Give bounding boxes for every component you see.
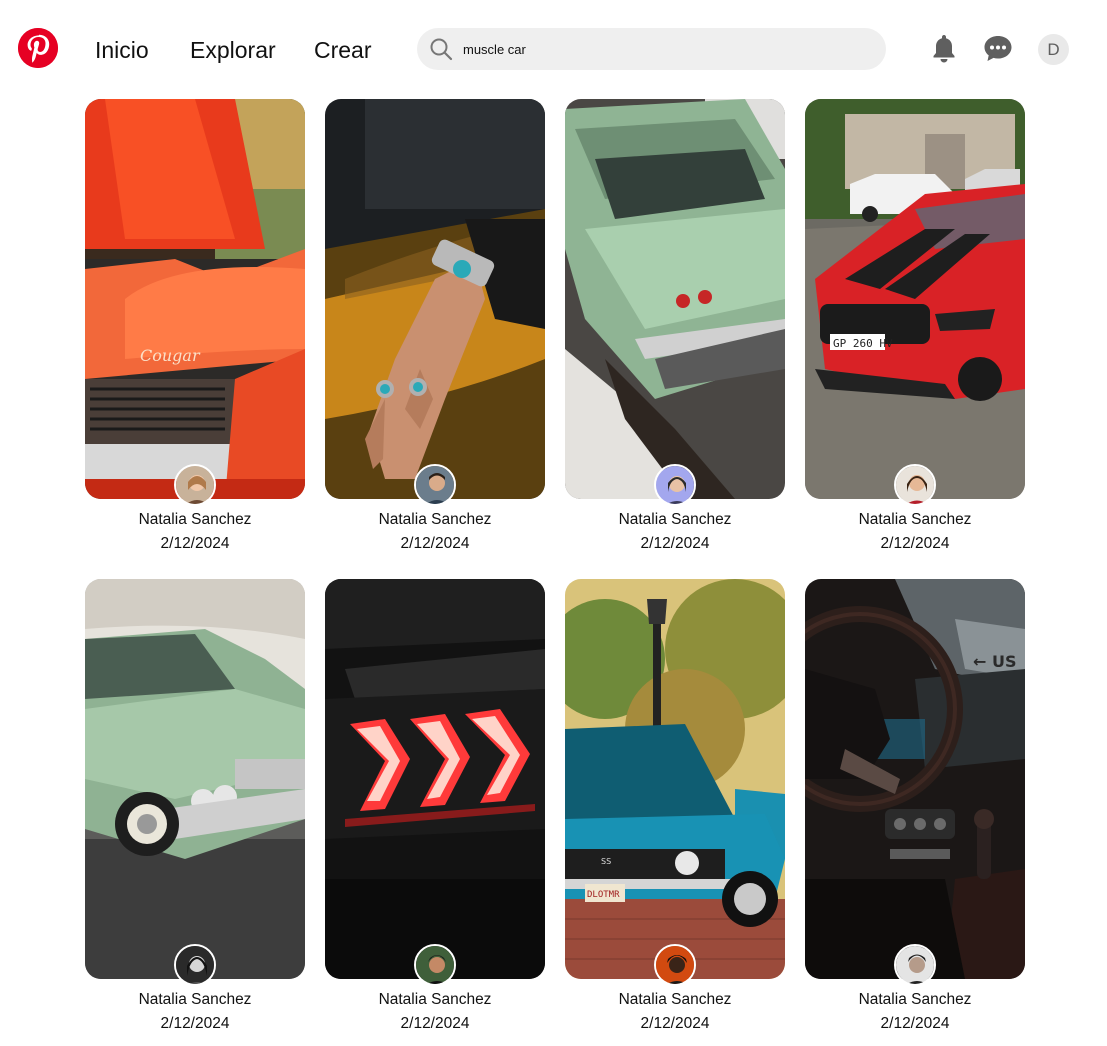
pin-author[interactable]: Natalia Sanchez	[85, 511, 305, 529]
pin-date: 2/12/2024	[880, 1015, 950, 1032]
top-header: Inicio Explorar Crear D	[0, 0, 1107, 98]
pin-image[interactable]	[85, 579, 305, 979]
pin-image[interactable]: DLOTMR SS	[565, 579, 785, 979]
pin-author[interactable]: Natalia Sanchez	[805, 511, 1025, 529]
author-avatar[interactable]	[654, 944, 696, 986]
pin-date: 2/12/2024	[400, 1015, 470, 1032]
pin-date: 2/12/2024	[640, 1015, 710, 1032]
svg-text:SS: SS	[601, 857, 611, 866]
author-avatar[interactable]	[894, 464, 936, 506]
author-avatar[interactable]	[414, 464, 456, 506]
pin-image[interactable]	[325, 579, 545, 979]
pin-image[interactable]: ← US	[805, 579, 1025, 979]
author-avatar[interactable]	[174, 944, 216, 986]
pin-author[interactable]: Natalia Sanchez	[85, 991, 305, 1009]
search-input[interactable]	[463, 39, 863, 59]
pin-date: 2/12/2024	[400, 535, 470, 552]
svg-text:← US: ← US	[973, 652, 1017, 671]
pin-date: 2/12/2024	[160, 535, 230, 552]
svg-text:DLOTMR: DLOTMR	[587, 890, 620, 900]
svg-text:GP 260 HV: GP 260 HV	[833, 337, 893, 350]
pin-image[interactable]	[565, 99, 785, 499]
pin-date: 2/12/2024	[640, 535, 710, 552]
pin-date: 2/12/2024	[880, 535, 950, 552]
pin-author[interactable]: Natalia Sanchez	[325, 991, 545, 1009]
nav-explorar[interactable]: Explorar	[190, 36, 276, 64]
author-avatar[interactable]	[654, 464, 696, 506]
nav-crear[interactable]: Crear	[314, 36, 372, 64]
search-bar[interactable]	[417, 28, 886, 70]
chat-icon[interactable]	[982, 32, 1014, 64]
author-avatar[interactable]	[894, 944, 936, 986]
pin-author[interactable]: Natalia Sanchez	[325, 511, 545, 529]
author-avatar[interactable]	[174, 464, 216, 506]
pin-author[interactable]: Natalia Sanchez	[565, 511, 785, 529]
pin-date: 2/12/2024	[160, 1015, 230, 1032]
pin-image[interactable]: GP 260 HV	[805, 99, 1025, 499]
bell-icon[interactable]	[928, 32, 960, 64]
pin-image[interactable]	[325, 99, 545, 499]
pinterest-logo-icon[interactable]	[18, 28, 58, 68]
user-avatar[interactable]: D	[1038, 34, 1069, 65]
pin-image[interactable]: Cougar	[85, 99, 305, 499]
svg-text:Cougar: Cougar	[140, 346, 201, 365]
pin-author[interactable]: Natalia Sanchez	[565, 991, 785, 1009]
pin-author[interactable]: Natalia Sanchez	[805, 991, 1025, 1009]
author-avatar[interactable]	[414, 944, 456, 986]
nav-inicio[interactable]: Inicio	[95, 36, 149, 64]
search-icon	[430, 38, 453, 61]
